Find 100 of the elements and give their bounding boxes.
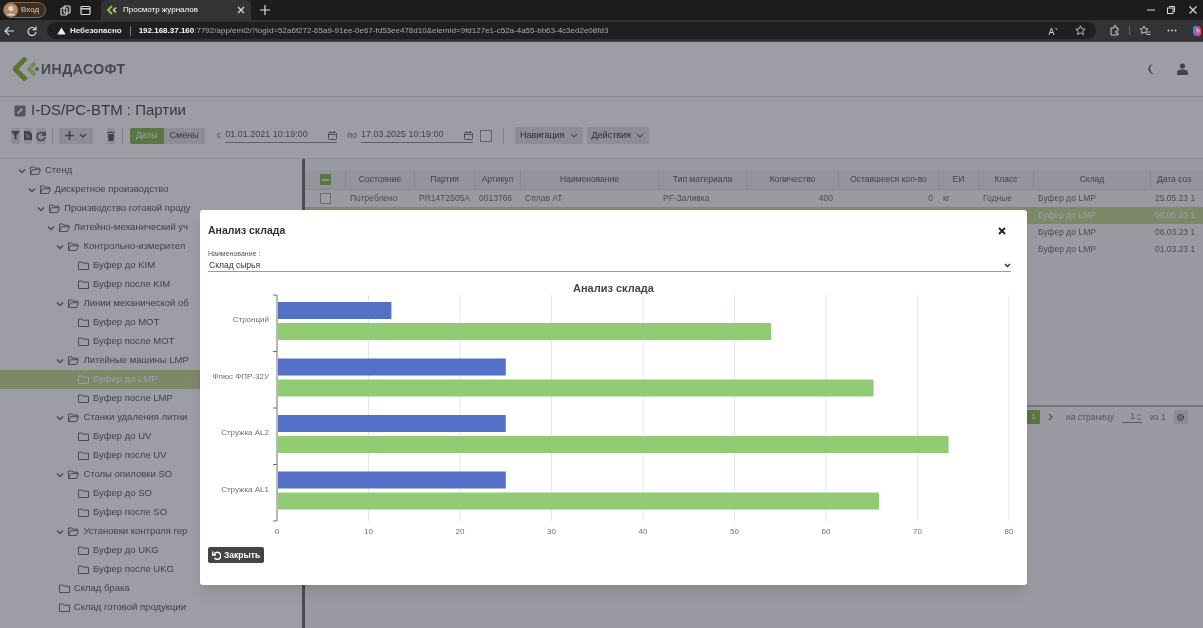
column-header[interactable]: Дата соз (1157, 173, 1192, 186)
table-cell: Буфер до LMP (1038, 226, 1096, 239)
column-header[interactable]: Артикул (481, 173, 514, 186)
per-page-field[interactable]: 1 (1121, 411, 1142, 423)
mode-tab[interactable]: Смены (163, 127, 205, 144)
open-folder-icon (68, 413, 80, 422)
extensions-icon[interactable] (1109, 25, 1120, 36)
menu-button[interactable]: Навигация (515, 127, 583, 144)
more-dots-icon[interactable] (1167, 29, 1177, 32)
refresh-button[interactable] (36, 127, 46, 144)
table-row[interactable]: Потреблено PR14T2505A 0013766 Сплав AT PF-Заливка 400 0 кг Годные Буфер до LMP 25.05.23 1 (305, 190, 1203, 207)
export-button[interactable] (24, 127, 32, 144)
profile-button[interactable]: Вход (3, 2, 47, 18)
open-folder-icon (30, 166, 41, 175)
tree-item[interactable]: Буфер после MOT (0, 332, 302, 351)
tree-item[interactable]: Склад готовой продукции (0, 598, 302, 617)
row-checkbox[interactable] (319, 193, 331, 204)
avatar-icon (4, 3, 18, 17)
back-arrow-icon[interactable] (4, 25, 15, 36)
tree-item[interactable]: Столы опиловки SO (0, 465, 302, 484)
tree-item[interactable]: Буфер после LMP (0, 389, 302, 408)
moon-icon[interactable] (1145, 63, 1155, 75)
category-label: Стружка AL1 (220, 484, 269, 494)
checkbox[interactable] (480, 129, 493, 142)
document-icon (24, 131, 32, 140)
edit-icon[interactable] (14, 104, 26, 117)
star-icon[interactable] (1075, 25, 1086, 36)
tree-item[interactable]: Производство готовой проду (0, 199, 302, 218)
tree-item[interactable]: Литейные машины LMP (0, 351, 302, 370)
filter-icon (11, 131, 20, 140)
new-tab-icon[interactable] (260, 5, 271, 15)
column-header[interactable]: Количество (769, 173, 816, 186)
refresh-icon (36, 130, 46, 141)
address-field[interactable]: Небезопасно 192.168.37.160:7792/app/eml2/?logId=52a6f272-65a9-91ee-0e67-fd53ee478d10&elemId=9fd127e1-c52a-4a55-bb63-4c3ed2e08fd3 (47, 22, 1096, 39)
read-aloud-icon[interactable] (1048, 25, 1059, 36)
chevron-right-icon[interactable] (1048, 413, 1054, 421)
open-folder-icon (68, 527, 80, 536)
column-header[interactable]: Наименование (560, 173, 619, 186)
close-button[interactable]: Закрыть (208, 547, 265, 563)
from-label: с (216, 128, 222, 142)
chevron-down-icon[interactable] (56, 413, 65, 422)
chevron-down-icon[interactable] (56, 527, 65, 536)
tab-actions-icon[interactable] (80, 4, 92, 16)
tree-item[interactable]: Дискретное производство (0, 180, 302, 199)
chevron-down-icon[interactable] (46, 223, 55, 232)
plus-icon (65, 131, 74, 140)
copilot-icon[interactable] (1191, 24, 1203, 37)
close-icon[interactable] (998, 227, 1006, 235)
column-header[interactable]: Класс (994, 173, 1018, 186)
delete-button[interactable] (107, 127, 115, 144)
column-header[interactable]: Тип материала (672, 173, 733, 186)
from-date-field[interactable]: 01.01.2021 10:19:00 (225, 128, 338, 143)
to-date-field[interactable]: 17.03.2025 10:19:00 (361, 128, 474, 143)
select-all-checkbox[interactable] (319, 174, 331, 185)
security-label: Небезопасно (70, 24, 122, 37)
open-folder-icon (58, 223, 70, 232)
tree-item[interactable]: Буфер после KIM (0, 275, 302, 294)
restore-icon[interactable] (1167, 6, 1175, 14)
folder-icon (78, 261, 89, 270)
chevron-down-icon[interactable] (56, 470, 65, 479)
chevron-down-icon[interactable] (27, 185, 36, 194)
user-icon[interactable] (1177, 63, 1188, 75)
favorites-icon[interactable] (1139, 25, 1151, 36)
caret-icon (569, 133, 578, 138)
folder-icon (58, 584, 70, 593)
tick-label: 20 (455, 527, 464, 536)
column-header[interactable]: Склад (1079, 173, 1105, 186)
warehouse-select[interactable]: Склад сырья (208, 259, 1011, 272)
chevron-down-icon[interactable] (56, 242, 65, 251)
reload-icon[interactable] (27, 25, 37, 36)
table-cell: Годные (983, 192, 1013, 205)
chevron-down-icon[interactable] (56, 356, 65, 365)
add-button[interactable] (59, 127, 93, 144)
folder-icon (78, 394, 89, 403)
column-header[interactable]: ЕИ (952, 173, 965, 186)
settings-button[interactable] (1173, 410, 1188, 424)
trash-icon (107, 130, 115, 141)
category-label: Стружка AL2 (220, 428, 269, 437)
folder-icon (78, 546, 89, 555)
chevron-down-icon[interactable] (18, 166, 26, 175)
chevron-down-icon[interactable] (37, 204, 46, 213)
column-header[interactable]: Состояние (358, 173, 402, 186)
tree-item[interactable]: Склад брака (0, 579, 302, 598)
tree-item[interactable]: Стенд (0, 161, 302, 180)
tree-item[interactable]: Буфер после SO (0, 503, 302, 522)
tick-label: 10 (363, 527, 373, 536)
tree-item[interactable]: Буфер после UV (0, 446, 302, 465)
tree-item[interactable]: Линии механической об (0, 294, 302, 313)
dialog-title: Анализ склада (208, 223, 286, 239)
filter-button[interactable] (11, 127, 20, 144)
browser-tab[interactable]: Просмотр журналов (101, 0, 252, 20)
tree-item[interactable]: Станки удаления литни (0, 408, 302, 427)
column-header[interactable]: Партия (430, 173, 459, 186)
tree-item[interactable]: Буфер после UKG (0, 560, 302, 579)
minimize-icon[interactable] (1147, 6, 1155, 14)
menu-button[interactable]: Действия (586, 127, 649, 144)
column-header[interactable]: Оставшееся кол-во (850, 173, 927, 186)
chevron-down-icon[interactable] (56, 299, 65, 308)
workspaces-icon[interactable] (60, 4, 72, 16)
table-cell: кг (943, 192, 950, 205)
